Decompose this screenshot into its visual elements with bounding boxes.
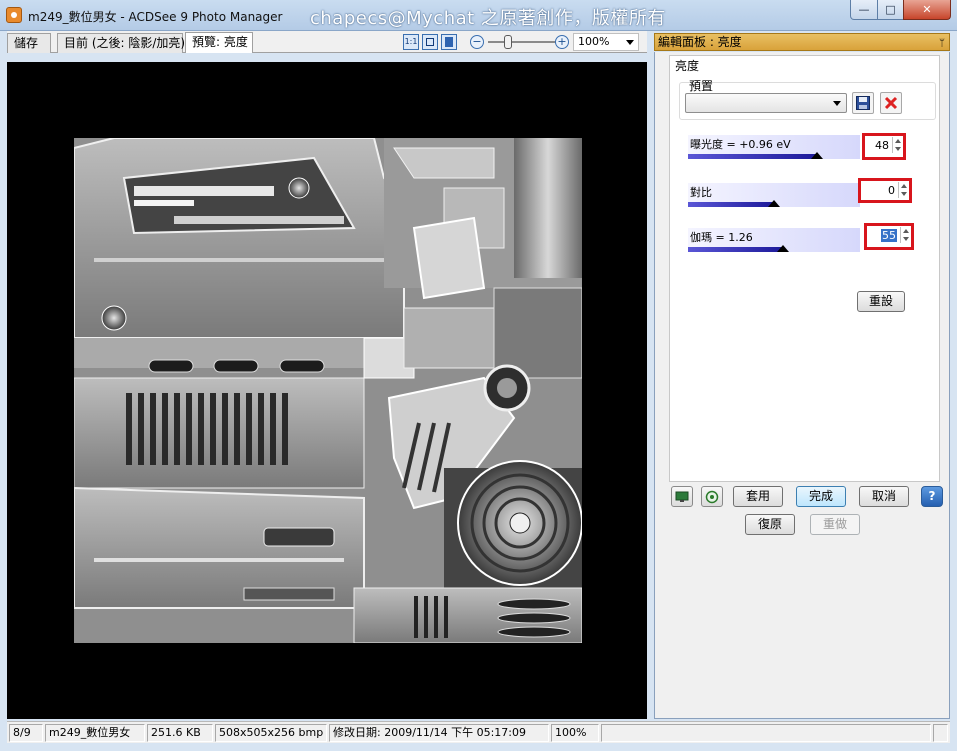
exposure-fill (688, 154, 817, 159)
image-viewport[interactable] (7, 62, 647, 719)
exposure-spinbox[interactable]: 48 (862, 133, 906, 160)
redo-button[interactable]: 重做 (810, 514, 860, 535)
edit-panel-title: 編輯面板 : 亮度 (658, 35, 742, 49)
chevron-down-icon (626, 40, 634, 45)
spin-arrows-icon[interactable] (898, 182, 908, 198)
delete-x-icon (884, 96, 898, 110)
exposure-label: 曝光度 = +0.96 eV (690, 138, 791, 151)
gamma-thumb[interactable] (776, 245, 789, 252)
window-bottom-frame (0, 743, 957, 751)
status-dimensions: 508x505x256 bmp (215, 724, 327, 742)
zoom-in-button[interactable]: + (555, 35, 569, 49)
contrast-thumb[interactable] (768, 200, 780, 207)
status-modified-date: 修改日期: 2009/11/14 下午 05:17:09 (329, 724, 549, 742)
preset-select[interactable] (685, 93, 847, 113)
tab-save[interactable]: 儲存 (7, 33, 51, 53)
status-bar: 8/9 m249_數位男女 251.6 KB 508x505x256 bmp 修… (7, 721, 950, 743)
zoom-slider-thumb[interactable] (504, 35, 513, 49)
contrast-label: 對比 (690, 186, 712, 199)
gun-texture-image (74, 138, 582, 643)
gamma-value: 55 (881, 229, 897, 242)
status-filesize: 251.6 KB (147, 724, 213, 742)
spin-arrows-icon[interactable] (900, 227, 910, 243)
actual-size-icon[interactable]: 1:1 (403, 34, 419, 50)
zoom-slider-track[interactable] (488, 41, 556, 43)
monitor-icon (675, 491, 689, 502)
maximize-icon: □ (885, 3, 896, 16)
status-empty-cell (601, 724, 931, 742)
contrast-fill (688, 202, 774, 207)
exposure-slider[interactable]: 曝光度 = +0.96 eV (688, 135, 860, 159)
contrast-slider[interactable]: 對比 (688, 183, 860, 207)
minimize-icon: — (858, 3, 870, 16)
zoom-level-select[interactable]: 100% (573, 33, 639, 51)
done-button[interactable]: 完成 (796, 486, 846, 507)
window-title: m249_數位男女 - ACDSee 9 Photo Manager (28, 10, 283, 24)
save-preset-button[interactable] (852, 92, 874, 114)
save-disk-icon (856, 96, 870, 110)
undo-button[interactable]: 復原 (745, 514, 795, 535)
help-button[interactable]: ? (921, 486, 943, 507)
resize-grip[interactable] (933, 724, 948, 742)
editor-tab-bar: 儲存 目前 (之後: 陰影/加亮) 預覽: 亮度 1:1 − + 100% (7, 31, 647, 53)
edit-panel: 亮度 預置 曝光度 = +0.96 eV 48 對比 0 伽瑪 = 1.26 5… (654, 52, 950, 719)
preview-image (74, 138, 582, 643)
maximize-button[interactable]: □ (877, 0, 904, 20)
gamma-slider[interactable]: 伽瑪 = 1.26 (688, 228, 860, 252)
pin-icon[interactable]: ᛘ (939, 36, 945, 52)
status-index: 8/9 (9, 724, 43, 742)
close-icon: ✕ (922, 3, 932, 16)
tab-preview[interactable]: 預覽: 亮度 (185, 32, 253, 53)
delete-preset-button[interactable] (880, 92, 902, 114)
preview-toggle-button[interactable] (701, 486, 723, 507)
zoom-level-value: 100% (578, 35, 610, 48)
edit-panel-header: 編輯面板 : 亮度 ᛘ (654, 33, 950, 51)
fit-width-icon[interactable] (441, 34, 457, 50)
gamma-spinbox[interactable]: 55 (864, 223, 914, 250)
spin-arrows-icon[interactable] (892, 137, 902, 153)
cancel-button[interactable]: 取消 (859, 486, 909, 507)
tab-current[interactable]: 目前 (之後: 陰影/加亮) (57, 33, 185, 53)
title-bar: m249_數位男女 - ACDSee 9 Photo Manager chape… (0, 0, 957, 31)
reset-button[interactable]: 重設 (857, 291, 905, 312)
exposure-value: 48 (875, 139, 889, 152)
close-button[interactable]: ✕ (903, 0, 951, 20)
brightness-group-title: 亮度 (675, 59, 700, 73)
eye-refresh-icon (705, 490, 719, 503)
watermark-text: chapecs@Mychat 之原著創作，版權所有 (310, 8, 666, 29)
exposure-thumb[interactable] (811, 152, 823, 159)
status-zoom: 100% (551, 724, 599, 742)
minimize-button[interactable]: — (850, 0, 878, 20)
chevron-down-icon (833, 101, 841, 106)
contrast-value: 0 (888, 184, 895, 197)
compare-button[interactable] (671, 486, 693, 507)
fit-image-icon[interactable] (422, 34, 438, 50)
zoom-out-button[interactable]: − (470, 35, 484, 49)
status-filename: m249_數位男女 (45, 724, 145, 742)
contrast-spinbox[interactable]: 0 (858, 178, 912, 203)
apply-button[interactable]: 套用 (733, 486, 783, 507)
gamma-fill (688, 247, 783, 252)
acdsee-app-icon[interactable] (6, 7, 22, 23)
gamma-label: 伽瑪 = 1.26 (690, 231, 753, 244)
preset-label: 預置 (689, 79, 714, 93)
